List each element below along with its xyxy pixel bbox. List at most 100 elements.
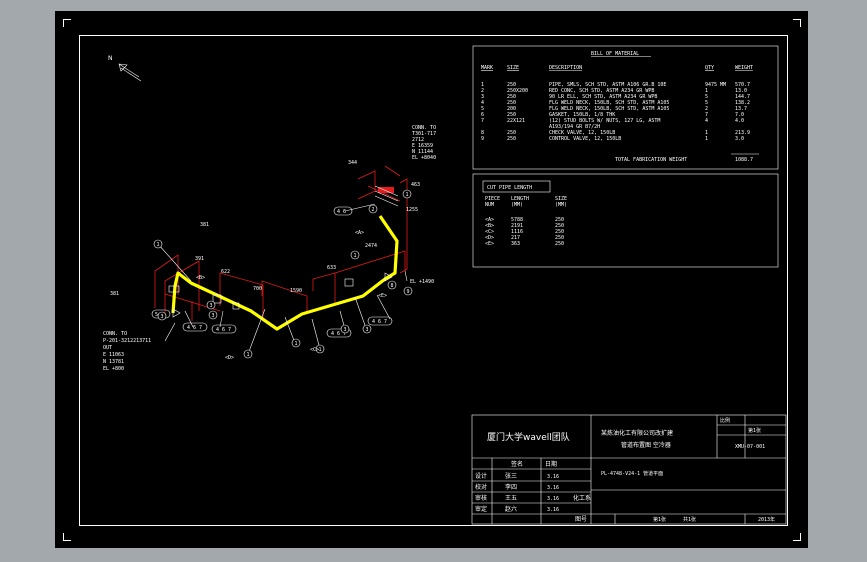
svg-text:4 6: 4 6 xyxy=(337,209,346,215)
north-label: N xyxy=(108,55,113,62)
item-balloon: 8 xyxy=(387,280,397,290)
project-name: 某炼油化工有限公司改扩建 xyxy=(601,429,673,437)
role-name: 赵六 xyxy=(505,505,517,513)
bom-header: SIZE xyxy=(507,65,519,71)
item-balloon: 2 xyxy=(368,204,378,214)
svg-text:4 6 7: 4 6 7 xyxy=(372,319,387,325)
bom-title: BILL OF MATERIAL xyxy=(591,51,639,57)
item-balloon: 3 xyxy=(362,324,372,334)
balloon-number: 8 xyxy=(391,283,394,289)
connection-note-left: CONN. TOP-201-3212213711OUTE 11063N 1378… xyxy=(103,331,151,372)
cut-pipe-title: CUT PIPE LENGTH xyxy=(487,185,532,191)
balloon-number: 3 xyxy=(161,314,164,320)
footer-year: 2013年 xyxy=(758,516,775,523)
drawing-sheet: N BILL OF MATERIAL MARK SIZE DESCRIPTION QT… xyxy=(55,11,808,548)
org-name: 厦门大学wavell团队 xyxy=(487,431,570,443)
balloon-number: 3 xyxy=(210,303,213,309)
dimension-label: 463 xyxy=(411,182,420,188)
balloon-number: 9 xyxy=(407,289,410,295)
footer-sheet: 第1张 xyxy=(653,516,666,523)
bom-cell: CONTROL VALVE, 12, 150LB xyxy=(549,136,621,142)
drawing-description: PL-4748-V24-1 管道平面 xyxy=(601,470,663,477)
role-name: 张三 xyxy=(505,472,517,480)
item-balloon: 1 xyxy=(350,250,360,260)
cut-pipe-header-unit: NUM xyxy=(485,202,494,208)
conn-left-line: N 13781 xyxy=(103,359,124,365)
bom-cell: 7 xyxy=(481,118,484,124)
cut-pipe-cell: <E> xyxy=(485,241,494,247)
sheet-label: 第1张 xyxy=(748,427,761,434)
role-date: 3.16 xyxy=(547,474,559,480)
balloon-number: 3 xyxy=(212,313,215,319)
balloon-number: 1 xyxy=(247,352,250,358)
cut-pipe-cell: 363 xyxy=(511,241,520,247)
role-date: 3.16 xyxy=(547,485,559,491)
north-arrow-icon xyxy=(118,63,142,82)
role-name: 王五 xyxy=(505,495,517,502)
role-label: 审核 xyxy=(475,494,487,502)
conn-left-line: EL +800 xyxy=(103,366,124,372)
cut-pipe-table: CUT PIPE LENGTH PIECENUMLENGTH(MM)SIZE(M… xyxy=(472,173,779,268)
callout-box: 4 6 xyxy=(333,206,353,216)
role-label: 设计 xyxy=(475,472,487,480)
unit-name: 化工系 xyxy=(573,494,591,502)
callout-box: 4 6 7 xyxy=(182,322,208,332)
balloon-number: 1 xyxy=(354,253,357,259)
item-balloon: 9 xyxy=(403,286,413,296)
role-label: 审定 xyxy=(475,505,487,513)
item-balloon: 3 xyxy=(340,324,350,334)
bill-of-material: BILL OF MATERIAL MARK SIZE DESCRIPTION QTY W… xyxy=(472,45,779,170)
role-date: 3.16 xyxy=(547,496,559,502)
balloon-number: 1 xyxy=(406,192,409,198)
role-date: 3.16 xyxy=(547,507,559,513)
cut-pipe-header-unit: (MM) xyxy=(555,202,567,208)
piece-marker: <C> xyxy=(310,347,319,353)
col-header-date: 日期 xyxy=(545,460,557,468)
dimension-label: 1590 xyxy=(290,288,302,294)
conn-left-line: CONN. TO xyxy=(103,331,127,337)
bom-cell: 1 xyxy=(705,136,708,142)
dimension-label: 1255 xyxy=(406,207,418,213)
item-balloon: 3 xyxy=(208,310,218,320)
item-balloon: 3 xyxy=(206,300,216,310)
piece-marker: <D> xyxy=(225,355,234,361)
isometric-drawing: N BILL OF MATERIAL MARK SIZE DESCRIPTION QT… xyxy=(103,45,787,525)
footer-drawing-no: 图号 xyxy=(575,516,587,523)
bom-header: WEIGHT xyxy=(735,65,753,71)
piece-marker: <A> xyxy=(355,230,364,236)
balloon-number: 1 xyxy=(295,341,298,347)
balloon-number: 3 xyxy=(344,327,347,333)
item-balloon: 1 xyxy=(402,189,412,199)
callout-box: 4 6 7 xyxy=(367,316,393,326)
conn-top-line: EL +8040 xyxy=(412,155,436,161)
bom-cell: 4 xyxy=(705,118,708,124)
dimension-label: 381 xyxy=(110,291,119,297)
dimension-label: 700 xyxy=(253,286,262,292)
dimension-label: 344 xyxy=(348,160,357,166)
bom-total-label: TOTAL FABRICATION WEIGHT xyxy=(615,157,687,163)
dimension-label: 622 xyxy=(221,269,230,275)
bom-cell: 250 xyxy=(507,136,516,142)
bom-header: MARK xyxy=(481,65,493,71)
dimension-label: 2474 xyxy=(365,243,377,249)
svg-text:4 6 7: 4 6 7 xyxy=(216,327,231,333)
bom-header: QTY xyxy=(705,65,714,71)
scale-label: 比例 xyxy=(720,417,730,424)
balloon-number: 2 xyxy=(372,207,375,213)
dimension-label: 381 xyxy=(200,222,209,228)
balloon-number: 1 xyxy=(157,242,160,248)
drawing-number: XMU-07-001 xyxy=(735,444,765,450)
item-balloon: 1 xyxy=(291,338,301,348)
callout-box: 4 6 7 xyxy=(211,324,237,334)
elevation-note: EL +1490 xyxy=(410,279,434,285)
conn-left-line: OUT xyxy=(103,345,112,351)
bom-total-value: 1088.7 xyxy=(735,157,753,163)
col-header-sign: 签名 xyxy=(511,460,523,468)
piece-marker: <B> xyxy=(196,275,205,281)
bom-cell: 3.0 xyxy=(735,136,744,142)
item-balloon: 3 xyxy=(157,311,167,321)
footer-total: 共1张 xyxy=(683,516,696,523)
dimension-label: 391 xyxy=(195,256,204,262)
title-block: 厦门大学wavell团队 某炼油化工有限公司改扩建 管道布置图 空冷器 比例 第… xyxy=(471,414,787,525)
bom-header: DESCRIPTION xyxy=(549,65,582,71)
